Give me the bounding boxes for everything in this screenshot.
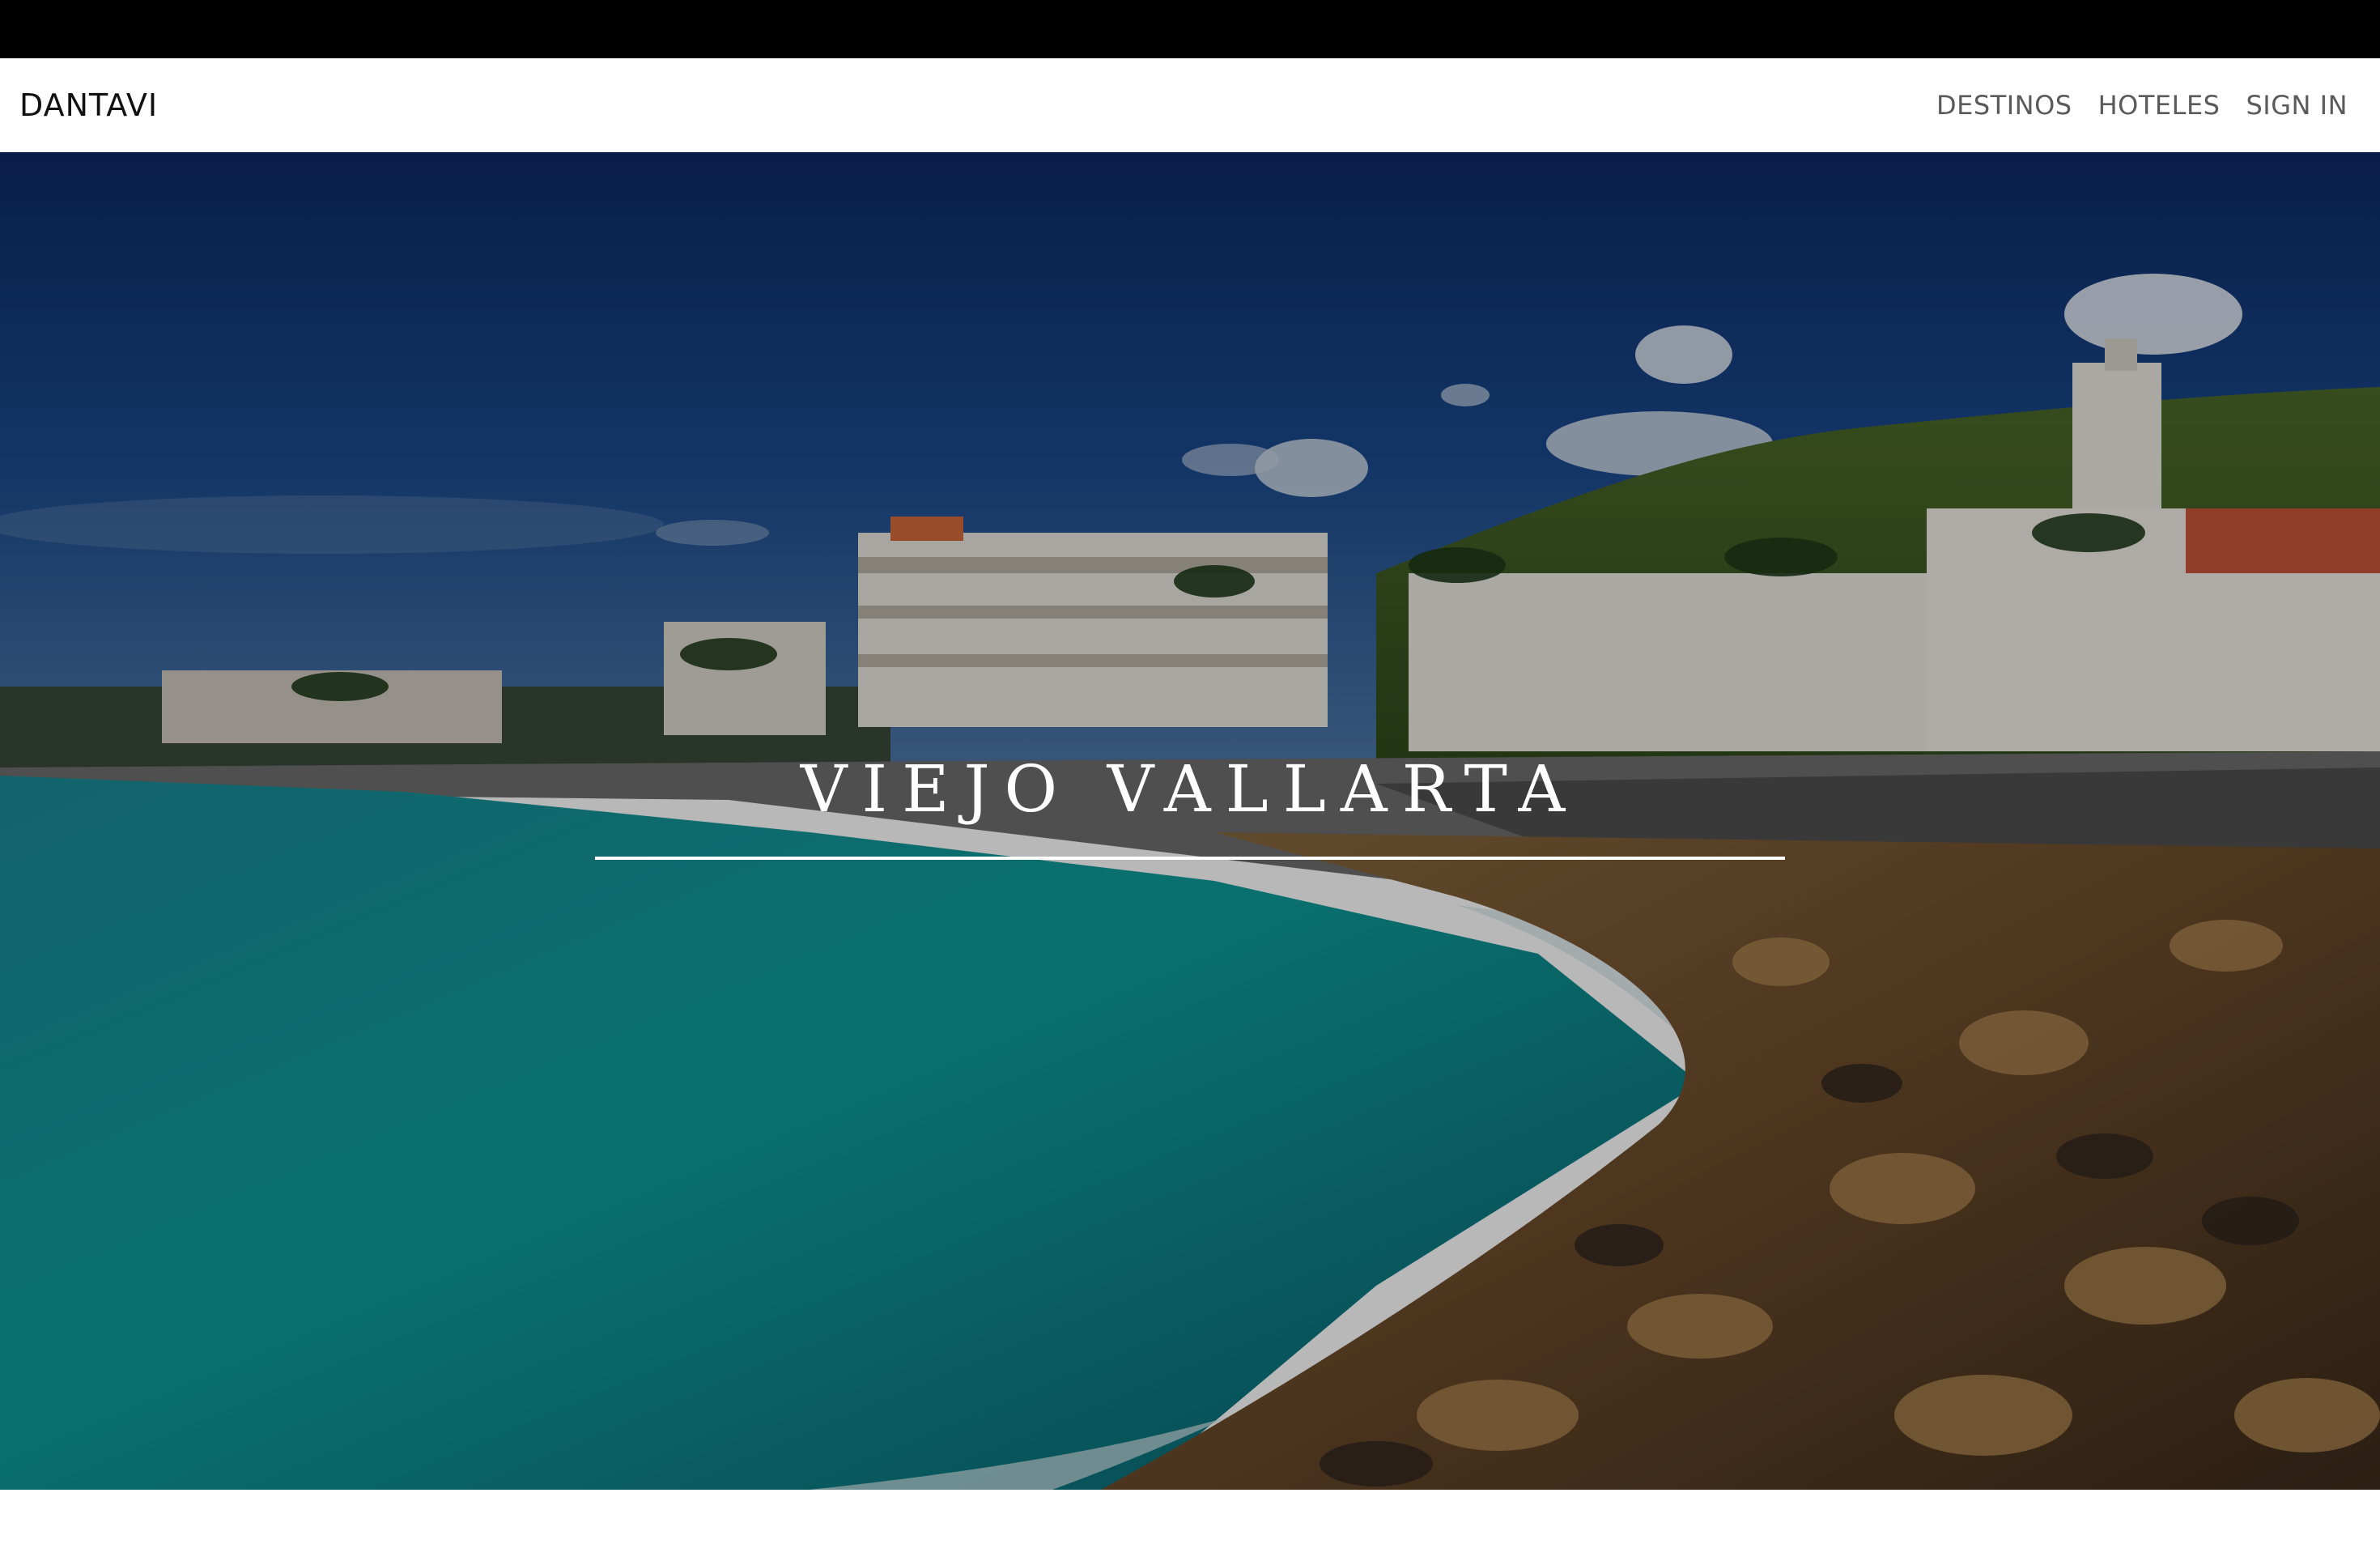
brand-logo[interactable]: DANTAVI xyxy=(19,58,158,152)
browser-top-bar xyxy=(0,0,2380,58)
page-below-hero xyxy=(0,1490,2380,1548)
nav-destinos-link[interactable]: DESTINOS xyxy=(1936,90,2072,121)
hero-title-underline xyxy=(595,857,1785,860)
navbar: DANTAVI DESTINOS HOTELES SIGN IN xyxy=(0,58,2380,152)
nav-sign-in-link[interactable]: SIGN IN xyxy=(2246,90,2348,121)
nav-links: DESTINOS HOTELES SIGN IN xyxy=(1936,58,2348,152)
hero-title: VIEJO VALLARTA xyxy=(800,751,1580,827)
hero-banner: VIEJO VALLARTA xyxy=(0,152,2380,1490)
nav-hoteles-link[interactable]: HOTELES xyxy=(2098,90,2221,121)
